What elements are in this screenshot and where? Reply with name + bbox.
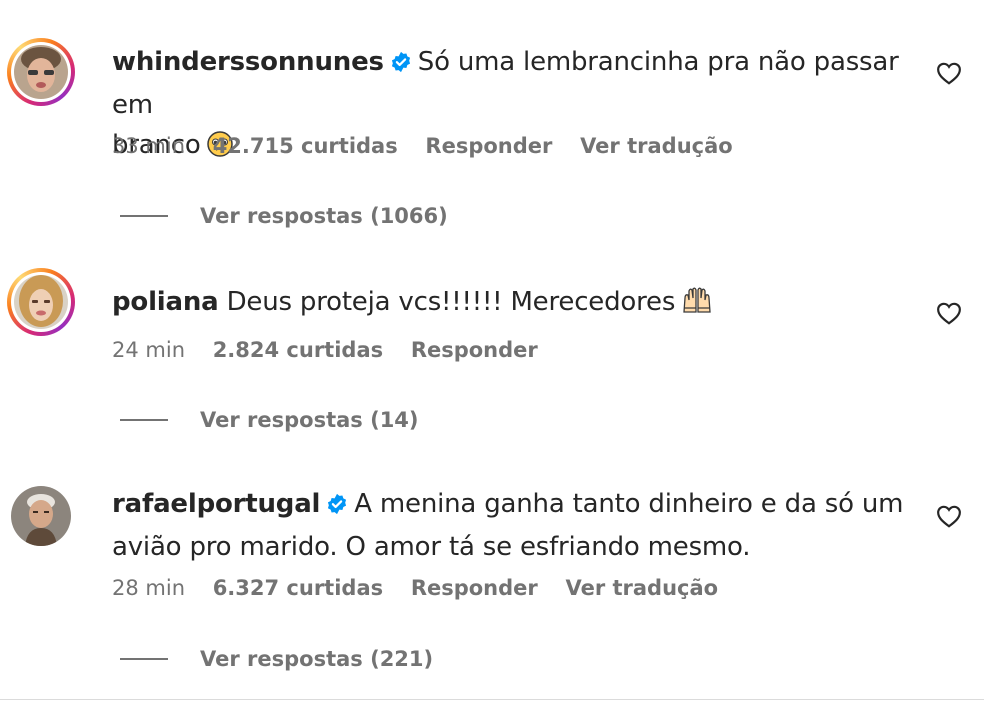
view-replies-label: Ver respostas (14) <box>200 408 419 432</box>
avatar-story-ring[interactable] <box>7 268 75 336</box>
replies-divider-line <box>120 658 168 660</box>
comment-username[interactable]: rafaelportugal <box>112 489 320 519</box>
translate-button[interactable]: Ver tradução <box>580 134 733 158</box>
view-replies-button[interactable]: Ver respostas (14) <box>120 408 419 432</box>
comment-body-line1: Deus proteja vcs!!!!!! Merecedores <box>226 287 676 317</box>
comment-username[interactable]: poliana <box>112 287 219 317</box>
replies-divider-line <box>120 215 168 217</box>
likes-count-button[interactable]: 2.824 curtidas <box>213 338 383 362</box>
avatar-photo <box>11 486 71 546</box>
view-replies-button[interactable]: Ver respostas (1066) <box>120 204 448 228</box>
replies-divider-line <box>120 419 168 421</box>
comment-body-line1: A menina ganha tanto dinheiro e da só um <box>354 489 904 519</box>
verified-badge-icon <box>326 487 348 527</box>
avatar <box>14 45 68 99</box>
comment-body-line2: avião pro marido. O amor tá se esfriando… <box>112 532 751 562</box>
likes-count-button[interactable]: 42.715 curtidas <box>213 134 398 158</box>
comment-time: 33 min <box>112 134 185 158</box>
view-replies-label: Ver respostas (221) <box>200 647 434 671</box>
comment-username[interactable]: whinderssonnunes <box>112 47 384 77</box>
avatar-ring[interactable] <box>7 482 75 550</box>
like-heart-icon[interactable] <box>936 504 962 528</box>
comment-text: poliana Deus proteja vcs!!!!!! Merecedor… <box>112 282 912 326</box>
avatar-story-ring[interactable] <box>7 38 75 106</box>
comment-text: rafaelportugal A menina ganha tanto dinhe… <box>112 484 912 567</box>
like-heart-icon[interactable] <box>936 61 962 85</box>
avatar <box>11 486 71 546</box>
view-replies-button[interactable]: Ver respostas (221) <box>120 647 433 671</box>
avatar-photo <box>14 275 68 329</box>
comment-meta: 28 min 6.327 curtidas Responder Ver trad… <box>112 576 739 600</box>
verified-badge-icon <box>390 45 412 85</box>
reply-button[interactable]: Responder <box>425 134 552 158</box>
raising-hands-icon <box>681 286 713 326</box>
avatar <box>14 275 68 329</box>
comment-time: 24 min <box>112 338 185 362</box>
reply-button[interactable]: Responder <box>411 338 538 362</box>
comment-meta: 33 min 42.715 curtidas Responder Ver tra… <box>112 134 754 158</box>
comment-meta: 24 min 2.824 curtidas Responder <box>112 338 559 362</box>
list-divider <box>0 699 984 700</box>
avatar-photo <box>14 45 68 99</box>
translate-button[interactable]: Ver tradução <box>565 576 718 600</box>
reply-button[interactable]: Responder <box>411 576 538 600</box>
likes-count-button[interactable]: 6.327 curtidas <box>213 576 383 600</box>
like-heart-icon[interactable] <box>936 301 962 325</box>
comment-time: 28 min <box>112 576 185 600</box>
view-replies-label: Ver respostas (1066) <box>200 204 448 228</box>
